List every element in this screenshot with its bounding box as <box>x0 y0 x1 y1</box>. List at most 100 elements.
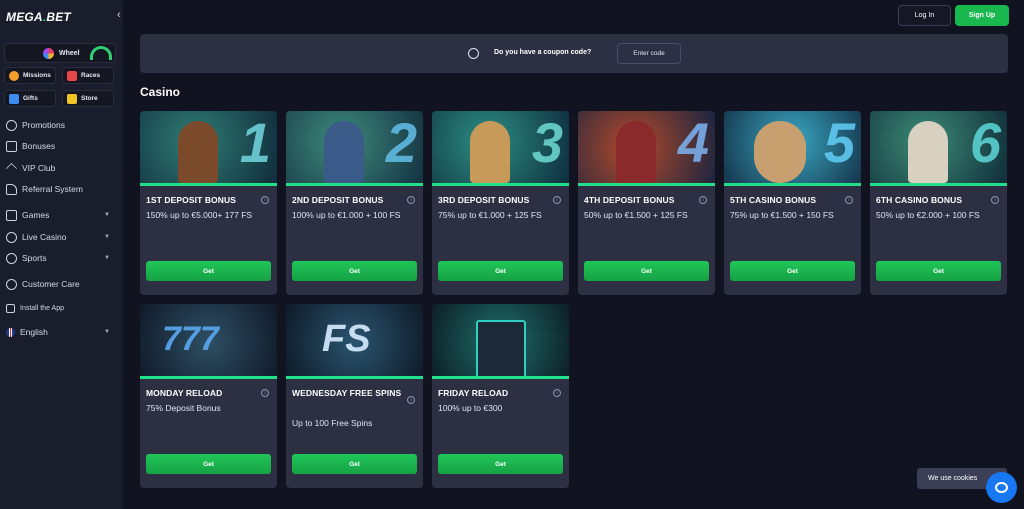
info-icon[interactable]: i <box>699 196 707 204</box>
sports-icon <box>6 252 17 264</box>
bonus-card: FS WEDNESDAY FREE SPINS i Up to 100 Free… <box>286 304 423 488</box>
info-icon[interactable]: i <box>553 196 561 204</box>
card-title: 5TH CASINO BONUS <box>730 195 817 205</box>
sidebar-item-install-app[interactable]: Install the App <box>6 300 116 316</box>
gift-icon <box>9 93 19 104</box>
wheel-label: Wheel <box>59 49 80 57</box>
card-title: FRIDAY RELOAD <box>438 388 509 398</box>
promotions-icon <box>6 119 17 131</box>
bonus-card-image <box>432 304 569 379</box>
sidebar-item-label: Sports <box>22 253 47 263</box>
signup-button[interactable]: Sign Up <box>955 5 1009 26</box>
info-icon[interactable]: i <box>991 196 999 204</box>
games-icon <box>6 209 17 221</box>
get-button[interactable]: Get <box>146 261 271 281</box>
coupon-bar: Do you have a coupon code? Enter code <box>140 34 1008 73</box>
card-art-digit: 4 <box>677 111 709 174</box>
card-description: 50% up to €1.500 + 125 FS <box>584 210 688 220</box>
install-app-icon <box>6 303 15 313</box>
coupon-question: Do you have a coupon code? <box>494 49 592 56</box>
bonus-card: 777 MONDAY RELOAD i 75% Deposit Bonus Ge… <box>140 304 277 488</box>
card-art-digit: 2 <box>385 111 417 174</box>
sidebar-item-label: Games <box>22 210 50 220</box>
info-icon[interactable]: i <box>553 389 561 397</box>
chevron-down-icon: ▼ <box>104 329 110 335</box>
card-description: 75% up to €1.500 + 150 FS <box>730 210 834 220</box>
sidebar-item-games[interactable]: Games ▼ <box>6 207 116 223</box>
chip-label: Gifts <box>23 95 38 102</box>
get-button[interactable]: Get <box>146 454 271 474</box>
bonus-card-image: 777 <box>140 304 277 379</box>
sidebar-item-customer-care[interactable]: Customer Care <box>6 276 116 292</box>
card-description: 75% Deposit Bonus <box>146 403 221 413</box>
chevron-down-icon: ▼ <box>104 234 110 240</box>
bonuses-icon <box>6 140 17 152</box>
login-button[interactable]: Log In <box>898 5 951 26</box>
wheel-icon <box>43 47 54 59</box>
card-description: 75% up to €1.000 + 125 FS <box>438 210 542 220</box>
cart-icon <box>67 93 77 104</box>
logo[interactable]: MEGA.BET <box>6 10 71 24</box>
sidebar-item-referral[interactable]: Referral System <box>6 181 116 197</box>
get-button[interactable]: Get <box>876 261 1001 281</box>
card-art-digit: 1 <box>239 111 271 174</box>
bonus-card: 3 3RD DEPOSIT BONUS i 75% up to €1.000 +… <box>432 111 569 295</box>
card-description: 50% up to €2.000 + 100 FS <box>876 210 980 220</box>
chip-store[interactable]: Store <box>62 90 114 107</box>
customer-care-icon <box>6 278 17 290</box>
section-title: Casino <box>140 85 181 99</box>
referral-icon <box>6 183 17 195</box>
get-button[interactable]: Get <box>584 261 709 281</box>
bonus-card-image: 5 <box>724 111 861 186</box>
get-button[interactable]: Get <box>292 261 417 281</box>
enter-code-button[interactable]: Enter code <box>617 43 681 64</box>
chip-label: Races <box>81 72 101 79</box>
chip-label: Store <box>81 95 98 102</box>
get-button[interactable]: Get <box>730 261 855 281</box>
chip-missions[interactable]: Missions <box>4 67 56 84</box>
bonus-card-image: 3 <box>432 111 569 186</box>
card-art-digit: FS <box>322 318 371 360</box>
get-button[interactable]: Get <box>292 454 417 474</box>
sidebar-item-bonuses[interactable]: Bonuses <box>6 138 116 154</box>
card-title: 1ST DEPOSIT BONUS <box>146 195 237 205</box>
card-art-digit: 3 <box>531 111 563 174</box>
bonus-card-image: 4 <box>578 111 715 186</box>
info-icon[interactable]: i <box>845 196 853 204</box>
language-selector[interactable]: English ▼ <box>6 324 116 340</box>
info-icon[interactable]: i <box>261 196 269 204</box>
sidebar-item-sports[interactable]: Sports ▼ <box>6 250 116 266</box>
card-title: 4TH DEPOSIT BONUS <box>584 195 675 205</box>
chip-gifts[interactable]: Gifts <box>4 90 56 107</box>
bonus-card-image: 2 <box>286 111 423 186</box>
card-title: 2ND DEPOSIT BONUS <box>292 195 384 205</box>
chevron-down-icon: ▼ <box>104 212 110 218</box>
info-icon[interactable]: i <box>407 396 415 404</box>
sidebar-item-live-casino[interactable]: Live Casino ▼ <box>6 229 116 245</box>
sidebar-item-label: Customer Care <box>22 279 80 289</box>
bonus-card: 4 4TH DEPOSIT BONUS i 50% up to €1.500 +… <box>578 111 715 295</box>
chip-label: Missions <box>23 72 51 79</box>
card-description: 100% up to €1.000 + 100 FS <box>292 210 401 220</box>
card-description: 150% up to €5.000+ 177 FS <box>146 210 253 220</box>
chip-races[interactable]: Races <box>62 67 114 84</box>
card-art-digit: 5 <box>823 111 855 174</box>
card-title: 3RD DEPOSIT BONUS <box>438 195 530 205</box>
card-title: MONDAY RELOAD <box>146 388 223 398</box>
chat-button[interactable] <box>986 472 1017 503</box>
bonus-card-image: 1 <box>140 111 277 186</box>
sidebar-item-label: Live Casino <box>22 232 67 242</box>
sidebar-item-promotions[interactable]: Promotions <box>6 117 116 133</box>
get-button[interactable]: Get <box>438 454 563 474</box>
get-button[interactable]: Get <box>438 261 563 281</box>
info-icon[interactable]: i <box>407 196 415 204</box>
card-art-digit: 6 <box>969 111 1001 174</box>
language-label: English <box>20 327 48 337</box>
bonus-card-image: 6 <box>870 111 1007 186</box>
info-icon[interactable]: i <box>261 389 269 397</box>
bonus-card-image: FS <box>286 304 423 379</box>
collapse-sidebar-icon[interactable]: ‹ <box>117 9 121 21</box>
wheel-button[interactable]: Wheel <box>4 43 116 63</box>
sidebar-item-vip-club[interactable]: VIP Club <box>6 160 116 176</box>
chat-bubble-icon <box>995 482 1008 493</box>
